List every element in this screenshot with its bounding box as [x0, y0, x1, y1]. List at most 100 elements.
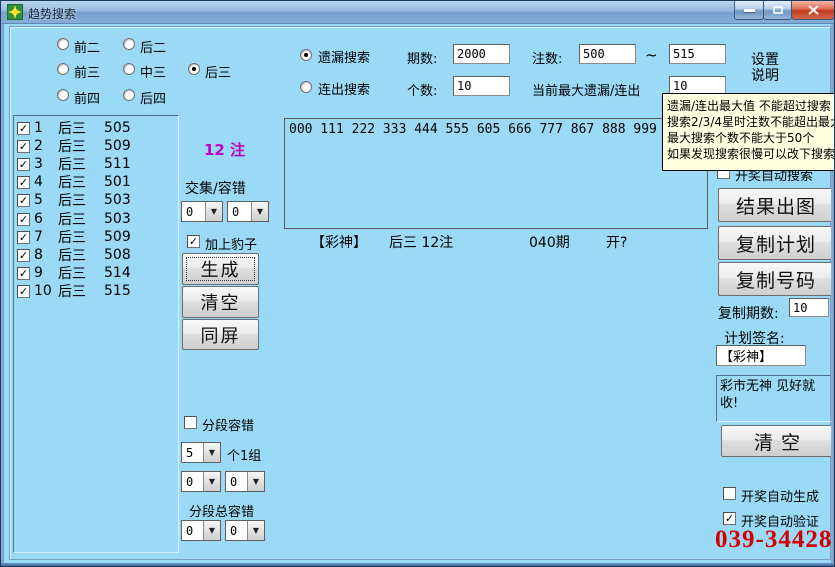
count-note: 12 注: [204, 139, 245, 160]
list-item-checkbox[interactable]: ✓: [17, 267, 30, 280]
list-item-checkbox[interactable]: ✓: [17, 158, 30, 171]
bets-max-input[interactable]: [669, 44, 726, 64]
titlebar: 趋势搜索: [1, 1, 834, 24]
segment-group-dropdown[interactable]: 5 ▼: [181, 442, 221, 463]
auto-verify-checkbox[interactable]: ✓: [723, 512, 736, 525]
radio-consecutive-search-label: 连出搜索: [318, 79, 370, 98]
intersect-dropdown-2[interactable]: 0 ▼: [227, 201, 269, 222]
clear-right-button[interactable]: 清 空: [721, 425, 834, 457]
intersect-label: 交集/容错: [185, 178, 246, 198]
leopard-checkbox[interactable]: ✓: [187, 235, 200, 248]
chevron-down-icon[interactable]: ▼: [247, 521, 264, 540]
segment-total-label: 分段总容错: [189, 501, 254, 520]
result-period: 040期: [529, 232, 570, 252]
list-item[interactable]: ✓ 7 后三 509: [17, 229, 131, 245]
list-item[interactable]: ✓ 1 后三 505: [17, 120, 131, 136]
radio-qian4[interactable]: [57, 89, 69, 101]
check-icon: ✓: [189, 236, 198, 247]
chevron-down-icon[interactable]: ▼: [203, 472, 220, 491]
radio-hou2[interactable]: [123, 38, 135, 50]
segment-label: 分段容错: [202, 415, 254, 434]
copy-number-button[interactable]: 复制号码: [718, 262, 834, 296]
radio-zhong3[interactable]: [123, 63, 135, 75]
radio-qian2-label: 前二: [74, 37, 100, 56]
maximize-button[interactable]: [763, 1, 792, 20]
list-item[interactable]: ✓ 2 后三 509: [17, 138, 131, 154]
tooltip: 遗漏/连出最大值 不能超过搜索 搜索2/3/4星时注数不能超出最大 最大搜索个数…: [662, 93, 835, 171]
bets-min-input[interactable]: [579, 44, 636, 64]
chevron-down-icon[interactable]: ▼: [203, 443, 220, 462]
plan-sign-input[interactable]: [716, 345, 806, 366]
segment-dropdown-2[interactable]: 0 ▼: [225, 471, 265, 492]
copy-plan-button[interactable]: 复制计划: [718, 226, 834, 260]
count-input[interactable]: [453, 76, 510, 96]
radio-hou4-label: 后四: [140, 88, 166, 107]
periods-input[interactable]: [453, 44, 510, 64]
list-item[interactable]: ✓ 3 后三 511: [17, 156, 131, 172]
result-status: 开?: [606, 232, 627, 252]
radio-hou2-label: 后二: [140, 37, 166, 56]
minimize-button[interactable]: [734, 1, 764, 20]
window-frame-bottom: [1, 563, 834, 566]
tooltip-line: 最大搜索个数不能大于50个: [667, 130, 831, 146]
radio-miss-search-label: 遗漏搜索: [318, 47, 370, 66]
result-chart-button[interactable]: 结果出图: [718, 188, 834, 222]
periods-label: 期数:: [407, 48, 437, 67]
tooltip-line: 搜索2/3/4星时注数不能超出最大: [667, 114, 831, 130]
radio-miss-search[interactable]: [300, 49, 312, 61]
list-item-checkbox[interactable]: ✓: [17, 176, 30, 189]
list-item-checkbox[interactable]: ✓: [17, 249, 30, 262]
chevron-down-icon[interactable]: ▼: [203, 521, 220, 540]
window-title: 趋势搜索: [28, 5, 76, 22]
radio-qian4-label: 前四: [74, 88, 100, 107]
chevron-down-icon[interactable]: ▼: [251, 202, 268, 221]
bets-label: 注数:: [532, 48, 562, 67]
list-item[interactable]: ✓ 10 后三 515: [17, 283, 131, 299]
app-icon: [7, 4, 23, 20]
segment-dropdown-1[interactable]: 0 ▼: [181, 471, 221, 492]
segment-checkbox[interactable]: [184, 416, 197, 429]
clear-middle-button[interactable]: 清空: [182, 286, 259, 318]
radio-qian3[interactable]: [57, 63, 69, 75]
result-numbers-box[interactable]: 000 111 222 333 444 555 605 666 777 867 …: [284, 118, 708, 229]
window-frame-left: [1, 23, 4, 563]
copy-periods-input[interactable]: [789, 298, 829, 317]
same-screen-button[interactable]: 同屏: [182, 319, 259, 350]
list-item-checkbox[interactable]: ✓: [17, 140, 30, 153]
tooltip-line: 遗漏/连出最大值 不能超过搜索: [667, 98, 831, 114]
list-item-checkbox[interactable]: ✓: [17, 285, 30, 298]
radio-hou4[interactable]: [123, 89, 135, 101]
list-item[interactable]: ✓ 8 后三 508: [17, 247, 131, 263]
generate-button[interactable]: 生成: [182, 253, 259, 285]
settings-note-line2[interactable]: 说明: [751, 65, 779, 85]
auto-generate-label: 开奖自动生成: [741, 486, 819, 505]
segment-group-label: 个1组: [227, 445, 261, 464]
auto-generate-checkbox[interactable]: [723, 487, 736, 500]
list-item[interactable]: ✓ 6 后三 503: [17, 211, 131, 227]
chevron-down-icon[interactable]: ▼: [247, 472, 264, 491]
leopard-label: 加上豹子: [205, 234, 257, 253]
copy-periods-label: 复制期数:: [718, 303, 779, 323]
maximize-icon: [773, 6, 783, 14]
list-item[interactable]: ✓ 9 后三 514: [17, 265, 131, 281]
list-item[interactable]: ✓ 4 后三 501: [17, 174, 131, 190]
radio-consecutive-search[interactable]: [300, 81, 312, 93]
segment-total-dropdown-1[interactable]: 0 ▼: [181, 520, 221, 541]
segment-total-dropdown-2[interactable]: 0 ▼: [225, 520, 265, 541]
intersect-dropdown-1[interactable]: 0 ▼: [181, 201, 223, 222]
list-item-checkbox[interactable]: ✓: [17, 213, 30, 226]
radio-hou3[interactable]: [188, 63, 200, 75]
chevron-down-icon[interactable]: ▼: [205, 202, 222, 221]
app-window: 趋势搜索 前二 后二 前三 中三 后三 前四 后四 遗漏搜索 连出搜索 期数: …: [0, 0, 835, 567]
list-item[interactable]: ✓ 5 后三 503: [17, 192, 131, 208]
radio-qian2[interactable]: [57, 38, 69, 50]
contact-number: 039-34428: [715, 526, 832, 554]
list-item-checkbox[interactable]: ✓: [17, 231, 30, 244]
list-item-checkbox[interactable]: ✓: [17, 122, 30, 135]
count-label: 个数:: [407, 80, 437, 99]
motto-box[interactable]: 彩市无神 见好就收!: [716, 375, 834, 422]
radio-hou3-label: 后三: [205, 62, 231, 81]
list-item-checkbox[interactable]: ✓: [17, 194, 30, 207]
radio-qian3-label: 前三: [74, 62, 100, 81]
close-button[interactable]: [791, 1, 835, 20]
